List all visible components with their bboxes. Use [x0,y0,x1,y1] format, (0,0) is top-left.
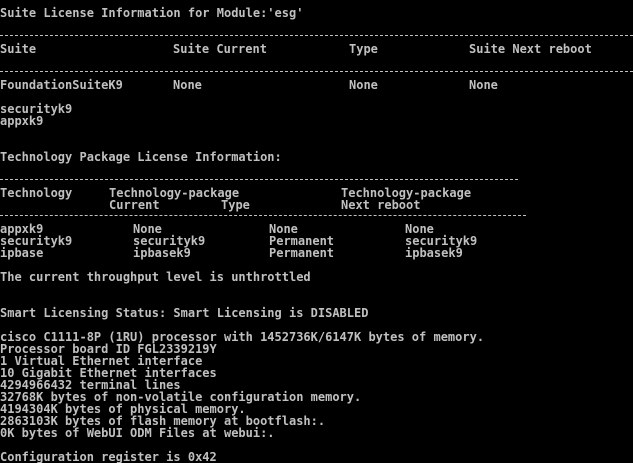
column-header: Type [349,42,378,56]
table-cell: None [469,78,498,92]
table-cell: None [173,78,202,92]
suite-sub-item: appxk9 [0,114,44,128]
table-cell: None [349,78,378,92]
suite-section-title: Suite License Information for Module:'es… [0,6,304,20]
smart-licensing-status: Smart Licensing Status: Smart Licensing … [0,306,369,320]
divider [0,215,526,216]
config-register-line: Configuration register is 0x42 [0,450,217,463]
terminal-window[interactable]: Suite License Information for Module:'es… [0,0,633,463]
column-header: Suite Next reboot [469,42,592,56]
column-header: Suite [0,42,37,56]
throughput-status: The current throughput level is unthrott… [0,270,311,284]
column-header: Suite Current [173,42,267,56]
divider [0,71,633,72]
tech-table-header-row1: Technology Technology-package Technology… [0,187,633,199]
tech-section-title: Technology Package License Information: [0,150,282,164]
column-header: Current [109,198,160,212]
column-header: Next reboot [341,198,421,212]
system-info-line: 0K bytes of WebUI ODM Files at webui:. [0,426,275,440]
table-cell: ipbasek9 [133,246,191,260]
tech-table-header-row2: Current Type Next reboot [0,199,633,211]
table-row: FoundationSuiteK9 None None None [0,79,633,91]
table-cell: FoundationSuiteK9 [0,78,123,92]
divider [0,179,518,180]
divider [0,35,633,36]
column-header: Technology [0,186,73,200]
table-cell: ipbase [0,246,44,260]
column-header: Type [221,198,250,212]
table-row: ipbase ipbasek9 Permanent ipbasek9 [0,247,633,259]
table-cell: ipbasek9 [405,246,463,260]
suite-table-header: Suite Suite Current Type Suite Next rebo… [0,43,633,55]
table-cell: Permanent [269,246,335,260]
